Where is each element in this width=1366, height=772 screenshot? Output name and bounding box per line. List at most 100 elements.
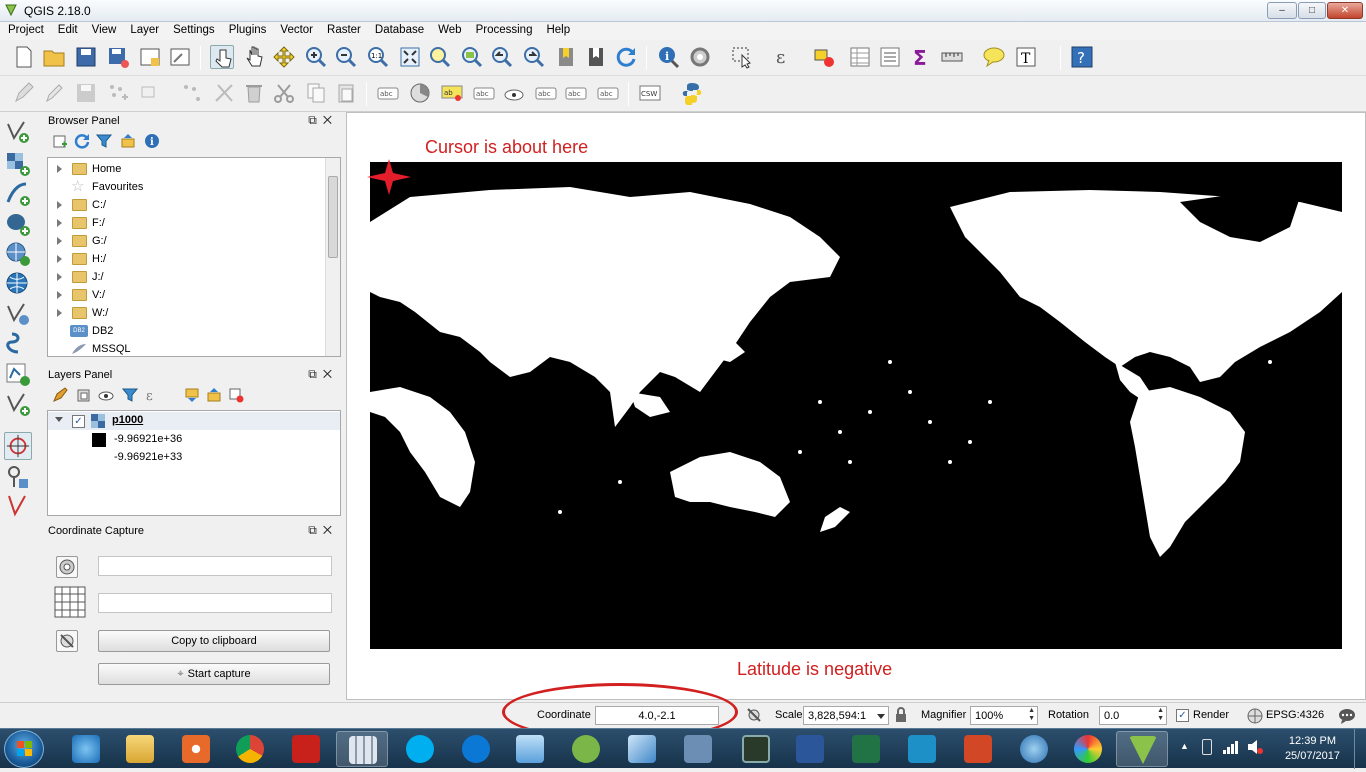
change-label-icon[interactable]: abc	[596, 81, 620, 105]
rotate-label-icon[interactable]: abc	[564, 81, 588, 105]
save-project-icon[interactable]	[74, 45, 98, 69]
menu-web[interactable]: Web	[430, 22, 467, 36]
menu-settings[interactable]: Settings	[165, 22, 221, 36]
paste-icon[interactable]	[334, 81, 358, 105]
menu-vector[interactable]: Vector	[272, 22, 319, 36]
add-postgis-layer-icon[interactable]	[4, 210, 32, 238]
menu-layer[interactable]: Layer	[122, 22, 165, 36]
menu-raster[interactable]: Raster	[319, 22, 367, 36]
delete-selected-icon[interactable]	[212, 81, 236, 105]
lock-scale-icon[interactable]	[894, 707, 908, 723]
layer-diagram-icon[interactable]	[408, 81, 432, 105]
filter-legend-icon[interactable]	[122, 387, 138, 403]
crs-label[interactable]: EPSG:4326	[1266, 709, 1324, 721]
filter-browser-icon[interactable]	[96, 133, 112, 149]
select-features-icon[interactable]	[730, 45, 754, 69]
layer-labeling-icon[interactable]: abc	[376, 81, 400, 105]
taskbar-notepad[interactable]	[504, 731, 556, 767]
properties-info-icon[interactable]: i	[144, 133, 160, 149]
pin-labels-icon[interactable]: abc	[472, 81, 496, 105]
deselect-features-icon[interactable]	[812, 45, 836, 69]
add-group-icon[interactable]	[76, 387, 92, 403]
add-delimited-text-icon[interactable]	[4, 180, 32, 208]
close-panel-icon[interactable]: ✕	[323, 367, 338, 381]
taskbar-remote-desktop[interactable]	[616, 731, 668, 767]
copy-icon[interactable]	[304, 81, 328, 105]
new-project-icon[interactable]	[12, 45, 36, 69]
new-bookmark-icon[interactable]	[554, 45, 578, 69]
map-canvas[interactable]: Cursor is about here Latitude is negativ…	[346, 112, 1366, 700]
user-crs-coordinate-field[interactable]	[98, 593, 332, 613]
zoom-out-icon[interactable]	[334, 45, 358, 69]
collapse-all-icon[interactable]	[120, 133, 136, 149]
menu-processing[interactable]: Processing	[468, 22, 539, 36]
close-panel-icon[interactable]: ✕	[323, 113, 338, 127]
run-feature-action-icon[interactable]	[688, 45, 712, 69]
add-wfs-layer-icon[interactable]	[4, 300, 32, 328]
zoom-to-selection-icon[interactable]	[428, 45, 452, 69]
taskbar-paint[interactable]	[1062, 731, 1114, 767]
coordinate-field[interactable]: 4.0,-2.1	[595, 706, 719, 725]
map-tips-icon[interactable]	[982, 45, 1006, 69]
taskbar-skype-business[interactable]	[450, 731, 502, 767]
browser-scrollbar[interactable]	[325, 158, 340, 356]
save-edits-icon[interactable]	[74, 81, 98, 105]
taskbar-network-app[interactable]	[672, 731, 724, 767]
taskbar-skype[interactable]	[394, 731, 446, 767]
volume-muted-icon[interactable]	[1246, 739, 1264, 755]
taskbar-globe-app[interactable]	[1008, 731, 1060, 767]
scroll-thumb[interactable]	[328, 176, 338, 258]
measure-line-icon[interactable]	[940, 45, 964, 69]
rotation-spinbox[interactable]: 0.0 ▲ ▼	[1099, 706, 1167, 725]
trash-icon[interactable]	[242, 81, 266, 105]
move-label-icon[interactable]: abc	[534, 81, 558, 105]
save-as-icon[interactable]	[106, 45, 130, 69]
add-wms-layer-icon[interactable]	[4, 240, 32, 268]
show-bookmarks-icon[interactable]	[584, 45, 608, 69]
float-panel-icon[interactable]: ⧉	[308, 367, 323, 381]
add-virtual-layer-icon[interactable]	[4, 390, 32, 418]
crs-globe-icon[interactable]	[1247, 708, 1263, 724]
menu-help[interactable]: Help	[538, 22, 576, 36]
menu-view[interactable]: View	[84, 22, 123, 36]
field-calculator-icon[interactable]: Σ	[910, 45, 934, 70]
collapse-all-layers-icon[interactable]	[206, 387, 222, 403]
taskbar-qgis[interactable]	[1116, 731, 1168, 767]
layer-row-p1000[interactable]: ✓ p1000	[48, 412, 340, 430]
magnifier-spinbox[interactable]: 100% ▲ ▼	[970, 706, 1038, 725]
attribute-table-icon[interactable]	[848, 45, 872, 69]
canvas-crs-coordinate-field[interactable]	[98, 556, 332, 576]
taskbar-calculator[interactable]	[336, 731, 388, 767]
crs-selector-button[interactable]	[56, 556, 78, 578]
toggle-editing-icon[interactable]	[42, 81, 66, 105]
add-vector-layer-icon[interactable]	[4, 118, 32, 146]
composer-manager-icon[interactable]	[168, 45, 192, 69]
spin-arrows-icon[interactable]: ▲ ▼	[1157, 707, 1164, 723]
coordinate-capture-tool-icon[interactable]	[4, 432, 32, 460]
pan-to-selection-icon[interactable]	[272, 45, 296, 69]
taskbar-internet-explorer[interactable]	[60, 731, 112, 767]
menu-edit[interactable]: Edit	[50, 22, 84, 36]
zoom-native-icon[interactable]: 1:1	[366, 45, 390, 69]
close-button[interactable]: ✕	[1327, 2, 1363, 19]
minimize-button[interactable]: –	[1267, 2, 1297, 19]
expand-all-icon[interactable]	[184, 387, 200, 403]
show-hidden-icons[interactable]: ▲	[1180, 741, 1189, 751]
layer-visibility-checkbox[interactable]: ✓	[72, 415, 85, 428]
add-selected-layers-icon[interactable]	[52, 133, 68, 149]
current-edits-icon[interactable]	[12, 81, 36, 105]
new-shapefile-layer-icon[interactable]	[4, 360, 32, 388]
python-console-icon[interactable]	[680, 81, 704, 106]
highlight-pinned-labels-icon[interactable]: ab	[440, 81, 464, 105]
messages-icon[interactable]	[1338, 707, 1356, 725]
taskbar-terminal[interactable]	[730, 731, 782, 767]
select-by-expression-icon[interactable]: ε	[772, 45, 796, 69]
track-mouse-button[interactable]	[56, 630, 78, 652]
taskbar-teams-app[interactable]	[896, 731, 948, 767]
taskbar-powerpoint[interactable]	[952, 731, 1004, 767]
zoom-in-icon[interactable]	[304, 45, 328, 69]
csw-icon[interactable]: CSW	[638, 81, 662, 105]
menu-database[interactable]: Database	[367, 22, 430, 36]
system-clock[interactable]: 12:39 PM 25/07/2017	[1285, 734, 1340, 764]
show-hide-labels-icon[interactable]	[502, 81, 526, 105]
